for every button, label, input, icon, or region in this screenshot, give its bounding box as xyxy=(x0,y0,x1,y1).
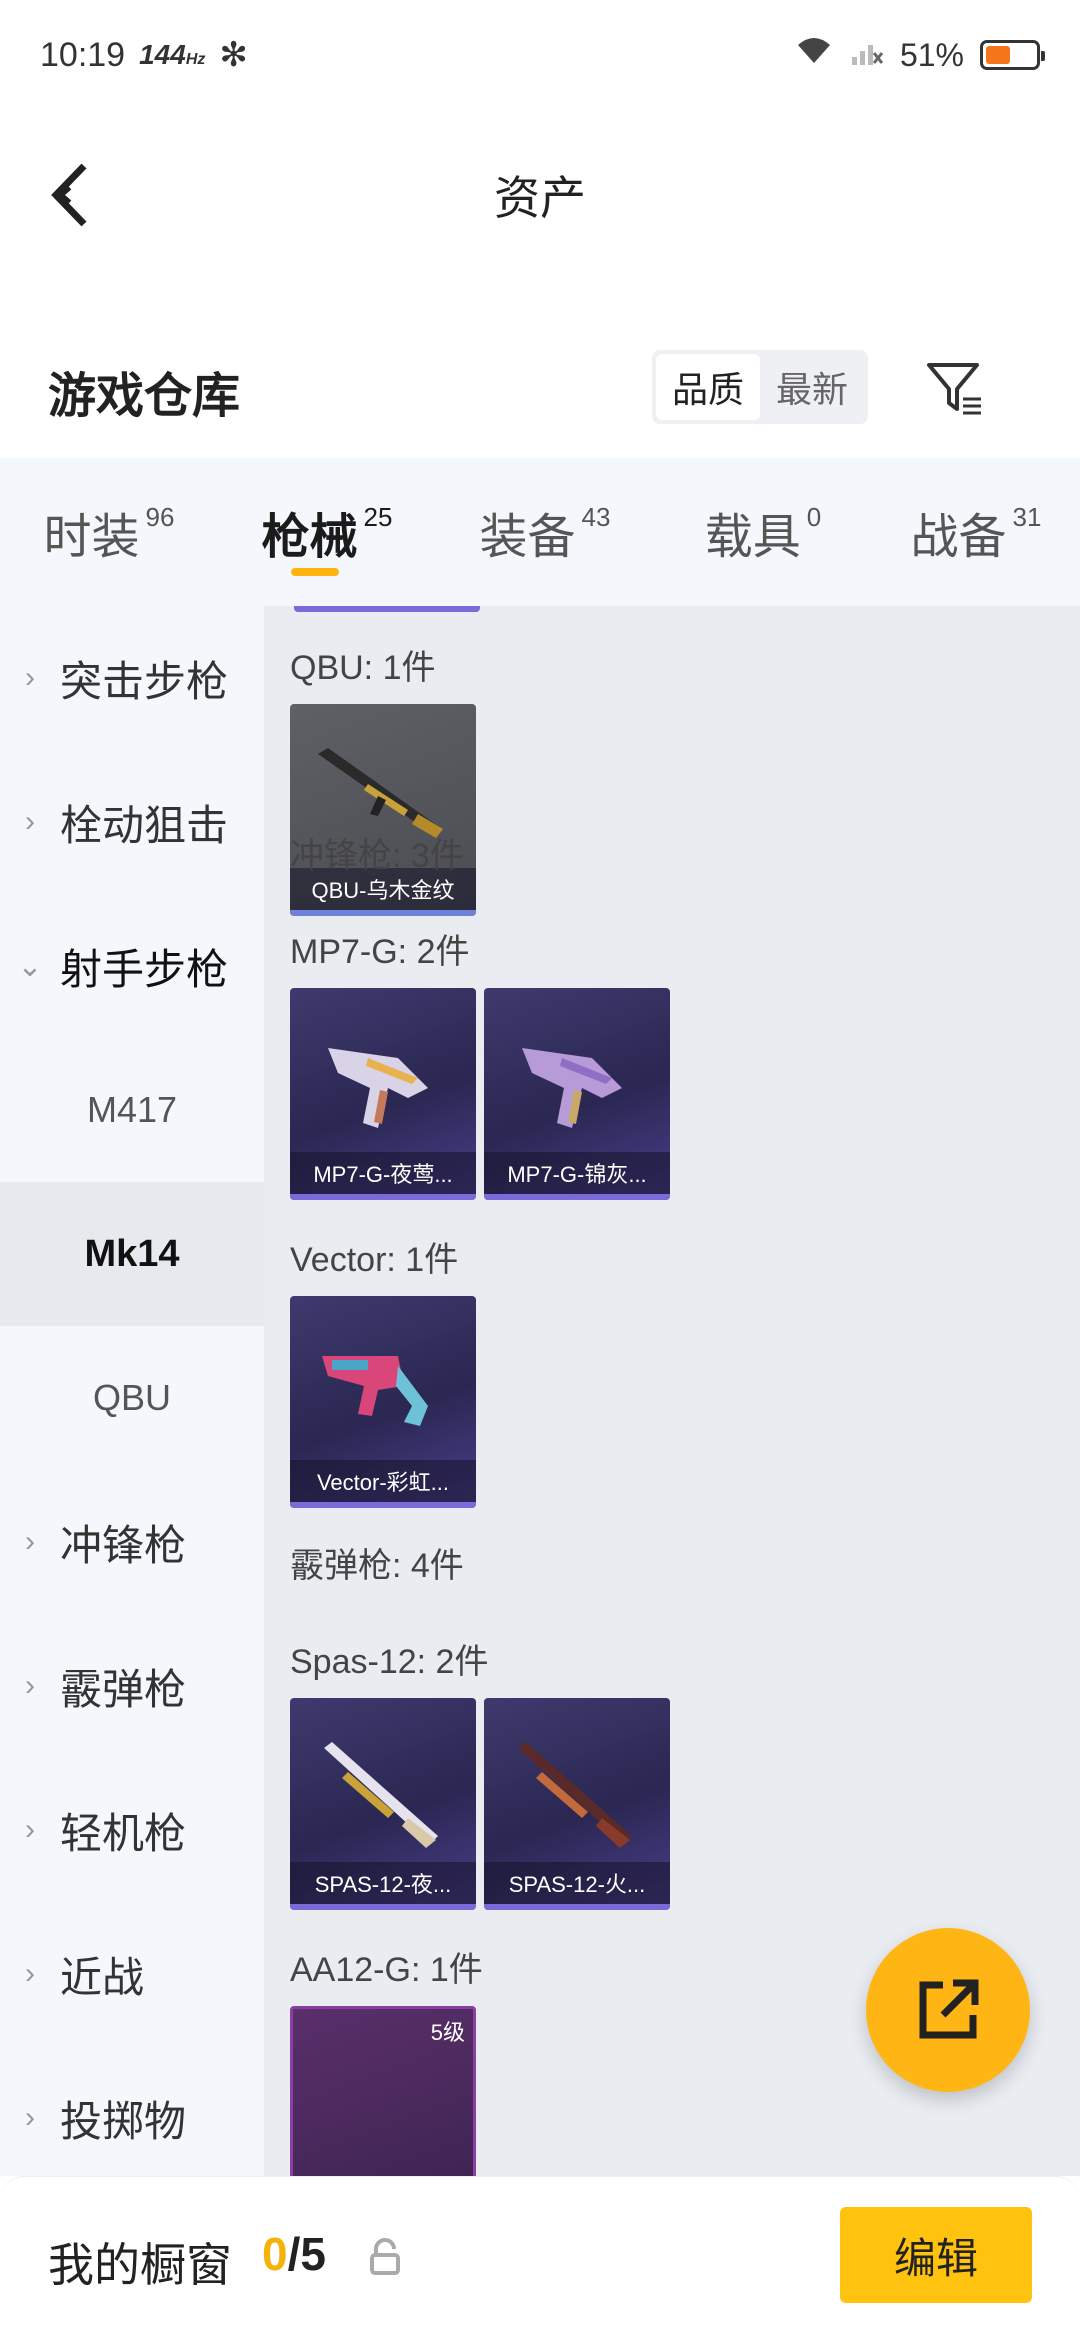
signal-icon xyxy=(850,35,884,75)
sidebar-item-shotgun[interactable]: › 霰弹枪 xyxy=(0,1614,264,1758)
tab-equipment[interactable]: 装备 43 xyxy=(436,458,654,606)
chevron-down-icon: ⌄ xyxy=(17,949,43,983)
battery-icon xyxy=(980,40,1045,70)
group-title-vector: Vector: 1件 xyxy=(290,1241,459,1279)
battery-percent: 51% xyxy=(899,36,964,73)
sidebar-item-assault-rifle[interactable]: › 突击步枪 xyxy=(0,606,264,750)
item-card-aa12[interactable]: 5级 xyxy=(290,2006,476,2176)
filter-icon xyxy=(927,363,981,415)
smg-icon xyxy=(328,1048,428,1128)
sidebar-item-throwable[interactable]: › 投掷物 xyxy=(0,2046,264,2190)
chevron-right-icon: › xyxy=(25,1669,35,1702)
back-arrow-icon xyxy=(51,163,87,227)
sidebar-subitem-mk14[interactable]: Mk14 xyxy=(0,1182,264,1326)
edit-button[interactable]: 编辑 xyxy=(840,2207,1032,2303)
sidebar-item-lmg[interactable]: › 轻机枪 xyxy=(0,1758,264,1902)
filter-button[interactable] xyxy=(920,354,990,424)
wifi-icon xyxy=(794,35,834,75)
page-title: 资产 xyxy=(494,172,586,224)
sidebar-subitem-qbu[interactable]: QBU xyxy=(0,1326,264,1470)
lock-icon xyxy=(370,2238,400,2275)
category-sidebar: › 突击步枪 › 栓动狙击 ⌄ 射手步枪 M417 Mk14 QBU › 冲锋枪 › 霰弹… xyxy=(0,606,264,2176)
sidebar-item-melee[interactable]: › 近战 xyxy=(0,1902,264,2046)
back-button[interactable] xyxy=(40,160,100,230)
share-icon xyxy=(919,1979,979,2039)
group-title-smg: 冲锋枪: 3件 xyxy=(290,837,464,875)
refresh-rate-indicator: 144Hz xyxy=(139,39,206,70)
status-time: 10:19 xyxy=(40,35,126,74)
smg-icon xyxy=(522,1048,622,1128)
tab-fashion[interactable]: 时装 96 xyxy=(0,458,218,606)
sidebar-item-marksman-rifle[interactable]: ⌄ 射手步枪 xyxy=(0,894,264,1038)
category-tabs: 时装 96 枪械 25 装备 43 载具 0 战备 31 xyxy=(0,458,1080,606)
tab-firearms[interactable]: 枪械 25 xyxy=(218,458,436,606)
share-button[interactable] xyxy=(866,1928,1030,2092)
group-title-aa12: AA12-G: 1件 xyxy=(290,1951,483,1989)
app-header: 资产 xyxy=(0,110,1080,280)
fan-icon: ✻ xyxy=(219,36,248,74)
sidebar-item-bolt-sniper[interactable]: › 栓动狙击 xyxy=(0,750,264,894)
item-card-spas12-1[interactable]: SPAS-12-夜... xyxy=(290,1698,476,1910)
warehouse-title: 游戏仓库 xyxy=(48,370,241,423)
warehouse-header: 游戏仓库 品质 最新 xyxy=(0,330,1080,450)
item-card-mp7-1[interactable]: MP7-G-夜莺... xyxy=(290,988,476,1200)
item-card-qbu[interactable]: QBU-乌木金纹 xyxy=(290,704,476,916)
tab-battle-prep[interactable]: 战备 31 xyxy=(872,458,1080,606)
chevron-right-icon: › xyxy=(25,1813,35,1846)
smg-icon xyxy=(322,1356,428,1426)
shotgun-icon xyxy=(324,1742,438,1848)
chevron-right-icon: › xyxy=(25,805,35,838)
showcase-bar: 我的橱窗 0/5 编辑 xyxy=(0,2176,1080,2340)
group-title-shotgun: 霰弹枪: 4件 xyxy=(290,1547,464,1585)
group-title-mp7: MP7-G: 2件 xyxy=(290,933,470,971)
status-bar: 10:19 144Hz ✻ 51% xyxy=(0,0,1080,110)
group-title-qbu: QBU: 1件 xyxy=(290,649,436,687)
chevron-right-icon: › xyxy=(25,2101,35,2134)
chevron-right-icon: › xyxy=(25,1525,35,1558)
item-level-badge: 5级 xyxy=(430,2020,465,2045)
sort-quality-option[interactable]: 品质 xyxy=(656,354,760,420)
sort-toggle: 品质 最新 xyxy=(652,350,868,424)
group-title-spas12: Spas-12: 2件 xyxy=(290,1643,489,1681)
sidebar-subitem-m417[interactable]: M417 xyxy=(0,1038,264,1182)
item-card-spas12-2[interactable]: SPAS-12-火... xyxy=(484,1698,670,1910)
item-card-mp7-2[interactable]: MP7-G-锦灰... xyxy=(484,988,670,1200)
chevron-right-icon: › xyxy=(25,1957,35,1990)
previous-item-edge xyxy=(294,606,480,612)
sidebar-item-smg[interactable]: › 冲锋枪 xyxy=(0,1470,264,1614)
chevron-right-icon: › xyxy=(25,661,35,694)
showcase-title: 我的橱窗 xyxy=(48,2239,232,2291)
showcase-count: 0/5 xyxy=(262,2228,326,2280)
sort-newest-option[interactable]: 最新 xyxy=(760,354,864,420)
shotgun-icon xyxy=(518,1742,632,1848)
item-card-vector[interactable]: Vector-彩虹... xyxy=(290,1296,476,1508)
tab-vehicles[interactable]: 载具 0 xyxy=(654,458,872,606)
